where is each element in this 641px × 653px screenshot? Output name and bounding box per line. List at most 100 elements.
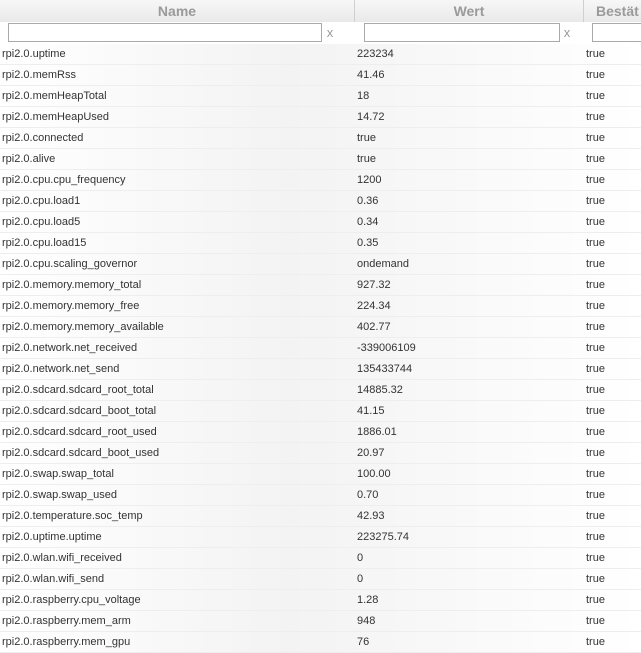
table-row[interactable]: rpi2.0.wlan.wifi_received 0 true <box>0 548 641 569</box>
row-ack-cell: true <box>586 489 605 501</box>
row-name-cell: rpi2.0.memory.memory_total <box>2 279 142 291</box>
column-header-value[interactable]: Wert <box>355 0 584 22</box>
row-value-cell: true <box>357 153 376 165</box>
table-row[interactable]: rpi2.0.memHeapUsed 14.72 true <box>0 107 641 128</box>
row-name-cell: rpi2.0.wlan.wifi_received <box>2 552 122 564</box>
table-row[interactable]: rpi2.0.memory.memory_available 402.77 true <box>0 317 641 338</box>
row-name-cell: rpi2.0.network.net_received <box>2 342 138 354</box>
row-ack-cell: true <box>586 468 605 480</box>
table-row[interactable]: rpi2.0.memory.memory_free 224.34 true <box>0 296 641 317</box>
table-row[interactable]: rpi2.0.memory.memory_total 927.32 true <box>0 275 641 296</box>
row-name-cell: rpi2.0.cpu.scaling_governor <box>2 258 138 270</box>
row-value-cell: 1.28 <box>357 594 379 606</box>
row-ack-cell: true <box>586 510 605 522</box>
row-value-cell: 0 <box>357 552 364 564</box>
row-value-cell: 0.34 <box>357 216 379 228</box>
table-row[interactable]: rpi2.0.uptime 223234 true <box>0 44 641 65</box>
table-row[interactable]: rpi2.0.memHeapTotal 18 true <box>0 86 641 107</box>
table-row[interactable]: rpi2.0.sdcard.sdcard_root_used 1886.01 tru… <box>0 422 641 443</box>
row-name-cell: rpi2.0.memHeapUsed <box>2 111 109 123</box>
row-value-cell: 42.93 <box>357 510 385 522</box>
table-row[interactable]: rpi2.0.raspberry.mem_arm 948 true <box>0 611 641 632</box>
name-filter-clear-button[interactable]: x <box>321 22 339 44</box>
value-filter-input[interactable] <box>364 23 560 42</box>
table-row[interactable]: rpi2.0.cpu.scaling_governor ondemand true <box>0 254 641 275</box>
table-row[interactable]: rpi2.0.cpu.cpu_frequency 1200 true <box>0 170 641 191</box>
table-row[interactable]: rpi2.0.cpu.load1 0.36 true <box>0 191 641 212</box>
row-ack-cell: true <box>586 195 605 207</box>
table-row[interactable]: rpi2.0.raspberry.mem_gpu 76 true <box>0 632 641 653</box>
row-name-cell: rpi2.0.swap.swap_used <box>2 489 117 501</box>
column-header-name[interactable]: Name <box>0 0 355 22</box>
value-filter-clear-button[interactable]: x <box>558 22 576 44</box>
row-name-cell: rpi2.0.wlan.wifi_send <box>2 573 105 585</box>
table-row[interactable]: rpi2.0.cpu.load5 0.34 true <box>0 212 641 233</box>
row-value-cell: 20.97 <box>357 447 385 459</box>
row-ack-cell: true <box>586 48 605 60</box>
table-row[interactable]: rpi2.0.swap.swap_total 100.00 true <box>0 464 641 485</box>
table-row[interactable]: rpi2.0.temperature.soc_temp 42.93 true <box>0 506 641 527</box>
row-ack-cell: true <box>586 153 605 165</box>
table-row[interactable]: rpi2.0.raspberry.cpu_voltage 1.28 true <box>0 590 641 611</box>
row-value-cell: 18 <box>357 90 370 102</box>
row-value-cell: 224.34 <box>357 300 391 312</box>
row-value-cell: 402.77 <box>357 321 391 333</box>
table-row[interactable]: rpi2.0.sdcard.sdcard_boot_total 41.15 true <box>0 401 641 422</box>
row-value-cell: 41.15 <box>357 405 385 417</box>
column-header-ack[interactable]: Bestät <box>584 0 641 22</box>
row-ack-cell: true <box>586 342 605 354</box>
row-value-cell: -339006109 <box>357 342 416 354</box>
row-value-cell: 1200 <box>357 174 382 186</box>
table-row[interactable]: rpi2.0.wlan.wifi_send 0 true <box>0 569 641 590</box>
row-value-cell: 223275.74 <box>357 531 409 543</box>
row-name-cell: rpi2.0.memHeapTotal <box>2 90 107 102</box>
table-row[interactable]: rpi2.0.memRss 41.46 true <box>0 65 641 86</box>
row-name-cell: rpi2.0.network.net_send <box>2 363 120 375</box>
row-value-cell: 223234 <box>357 48 394 60</box>
name-filter-input[interactable] <box>8 23 322 42</box>
row-value-cell: 76 <box>357 636 370 648</box>
table-row[interactable]: rpi2.0.network.net_received -339006109 tru… <box>0 338 641 359</box>
row-value-cell: 0.70 <box>357 489 379 501</box>
table-row[interactable]: rpi2.0.cpu.load15 0.35 true <box>0 233 641 254</box>
row-name-cell: rpi2.0.cpu.load15 <box>2 237 87 249</box>
row-value-cell: 0 <box>357 573 364 585</box>
table-row[interactable]: rpi2.0.uptime.uptime 223275.74 true <box>0 527 641 548</box>
row-name-cell: rpi2.0.cpu.cpu_frequency <box>2 174 126 186</box>
row-value-cell: 41.46 <box>357 69 385 81</box>
row-name-cell: rpi2.0.memory.memory_free <box>2 300 140 312</box>
row-ack-cell: true <box>586 69 605 81</box>
row-ack-cell: true <box>586 237 605 249</box>
row-ack-cell: true <box>586 216 605 228</box>
table-row[interactable]: rpi2.0.network.net_send 135433744 true <box>0 359 641 380</box>
table-row[interactable]: rpi2.0.connected true true <box>0 128 641 149</box>
row-ack-cell: true <box>586 174 605 186</box>
row-name-cell: rpi2.0.cpu.load1 <box>2 195 81 207</box>
row-name-cell: rpi2.0.connected <box>2 132 84 144</box>
row-value-cell: true <box>357 132 376 144</box>
row-value-cell: 14.72 <box>357 111 385 123</box>
row-ack-cell: true <box>586 321 605 333</box>
row-ack-cell: true <box>586 300 605 312</box>
table-row[interactable]: rpi2.0.alive true true <box>0 149 641 170</box>
table-header: Name Wert Bestät <box>0 0 641 23</box>
ack-filter-input[interactable] <box>592 23 641 42</box>
states-table: Name Wert Bestät x x rpi2.0.uptime 223234… <box>0 0 641 653</box>
row-name-cell: rpi2.0.memory.memory_available <box>2 321 164 333</box>
row-name-cell: rpi2.0.swap.swap_total <box>2 468 114 480</box>
row-name-cell: rpi2.0.raspberry.mem_arm <box>2 615 131 627</box>
row-name-cell: rpi2.0.raspberry.cpu_voltage <box>2 594 141 606</box>
table-row[interactable]: rpi2.0.sdcard.sdcard_boot_used 20.97 true <box>0 443 641 464</box>
row-value-cell: 948 <box>357 615 376 627</box>
table-row[interactable]: rpi2.0.sdcard.sdcard_root_total 14885.32 t… <box>0 380 641 401</box>
row-ack-cell: true <box>586 573 605 585</box>
row-name-cell: rpi2.0.uptime.uptime <box>2 531 102 543</box>
row-value-cell: 135433744 <box>357 363 413 375</box>
row-value-cell: ondemand <box>357 258 409 270</box>
row-name-cell: rpi2.0.alive <box>2 153 56 165</box>
table-row[interactable]: rpi2.0.swap.swap_used 0.70 true <box>0 485 641 506</box>
row-value-cell: 927.32 <box>357 279 391 291</box>
row-ack-cell: true <box>586 405 605 417</box>
row-ack-cell: true <box>586 132 605 144</box>
row-ack-cell: true <box>586 111 605 123</box>
